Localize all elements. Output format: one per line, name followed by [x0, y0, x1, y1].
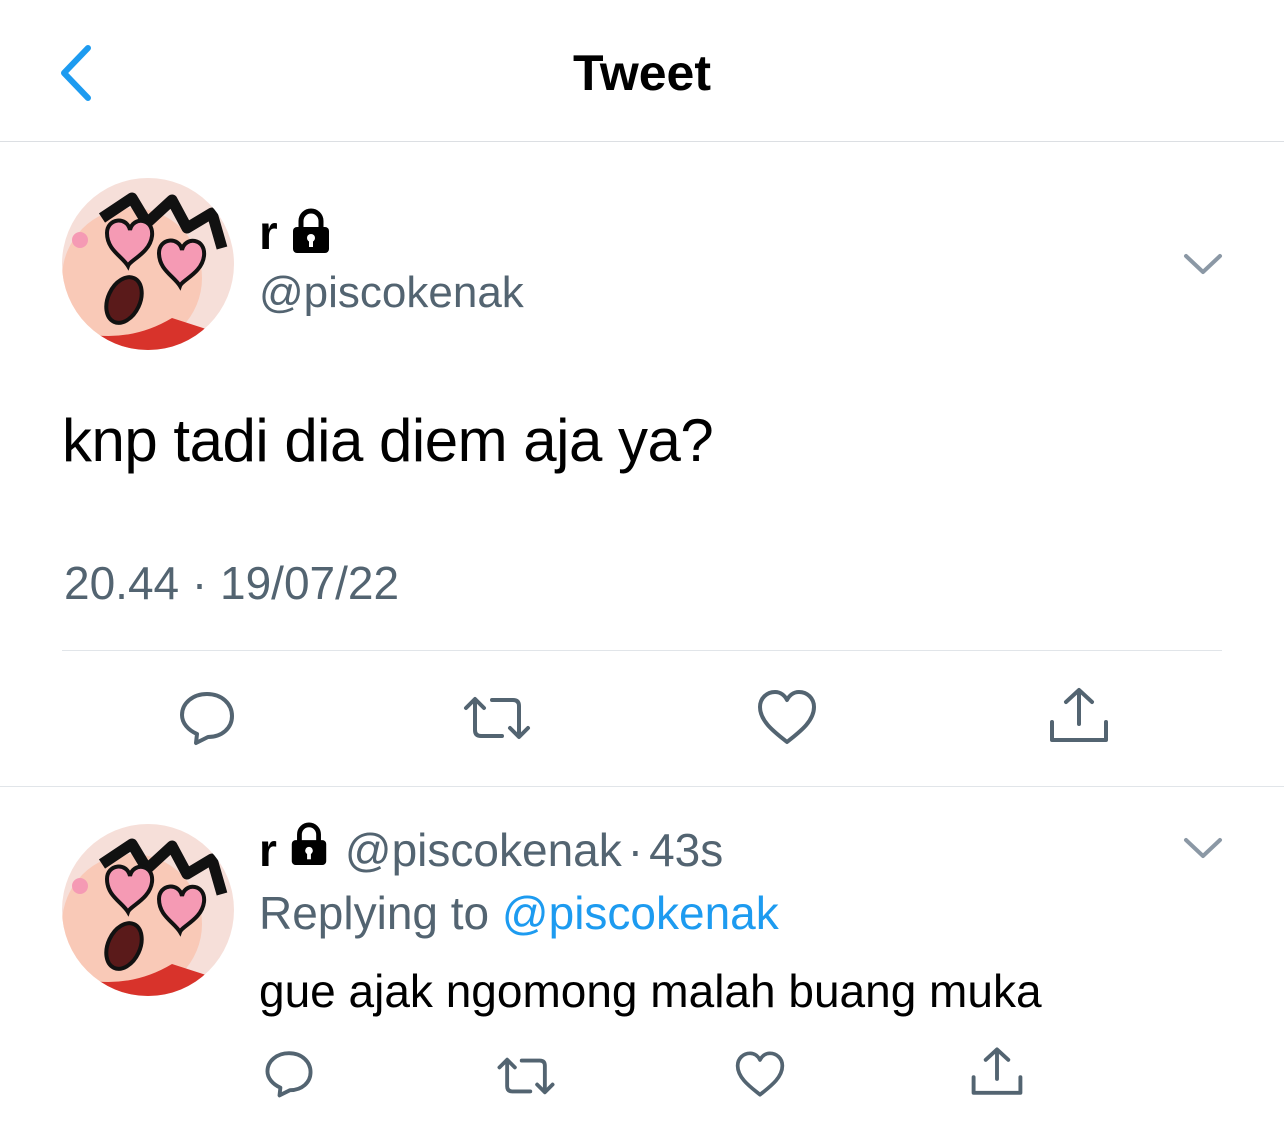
reply-avatar[interactable] [62, 824, 234, 996]
share-icon [971, 1047, 1023, 1095]
retweet-icon [497, 1057, 555, 1095]
separator-dot: · [627, 823, 644, 876]
more-options-button[interactable] [1182, 250, 1224, 283]
reply-share-button[interactable] [970, 1046, 1024, 1103]
tweet-text: knp tadi dia diem aja ya? [62, 407, 714, 474]
reply-more-options-button[interactable] [1182, 834, 1224, 867]
reply-time[interactable]: 43s [649, 823, 723, 877]
display-name[interactable]: r [259, 206, 278, 261]
chevron-down-icon [1184, 254, 1222, 274]
handle[interactable]: @piscokenak [259, 268, 524, 318]
lock-icon [288, 208, 334, 259]
reply-handle[interactable]: @piscokenak [345, 823, 622, 877]
heart-icon [758, 690, 816, 744]
reply-display-name[interactable]: r [259, 823, 277, 877]
tweet-timestamp[interactable]: 20.44 · 19/07/22 [64, 556, 399, 610]
reply-icon [180, 692, 234, 745]
heart-icon [735, 1051, 785, 1097]
reply-like-button[interactable] [734, 1050, 786, 1103]
reply-reply-button[interactable] [264, 1048, 314, 1103]
share-icon [1050, 688, 1108, 742]
chevron-down-icon [1184, 838, 1222, 858]
reply-button[interactable] [178, 688, 236, 751]
replying-prefix: Replying to [259, 887, 490, 939]
reply-icon [265, 1051, 313, 1098]
reply-meta-row: r @piscokenak · 43s [259, 822, 723, 877]
like-button[interactable] [756, 688, 818, 751]
retweet-icon [464, 697, 530, 739]
top-bar: Tweet [0, 0, 1284, 142]
retweet-button[interactable] [462, 690, 532, 751]
share-button[interactable] [1048, 686, 1110, 751]
reply-retweet-button[interactable] [496, 1052, 556, 1105]
avatar[interactable] [62, 178, 234, 350]
replying-to-line: Replying to @piscokenak [259, 886, 779, 940]
section-divider [0, 786, 1284, 787]
divider [62, 650, 1222, 651]
replying-to-mention[interactable]: @piscokenak [502, 887, 779, 939]
page-title: Tweet [573, 45, 711, 101]
reply-text: gue ajak ngomong malah buang muka [259, 965, 1042, 1017]
author-name-row: r [259, 206, 334, 261]
lock-icon [287, 822, 331, 877]
